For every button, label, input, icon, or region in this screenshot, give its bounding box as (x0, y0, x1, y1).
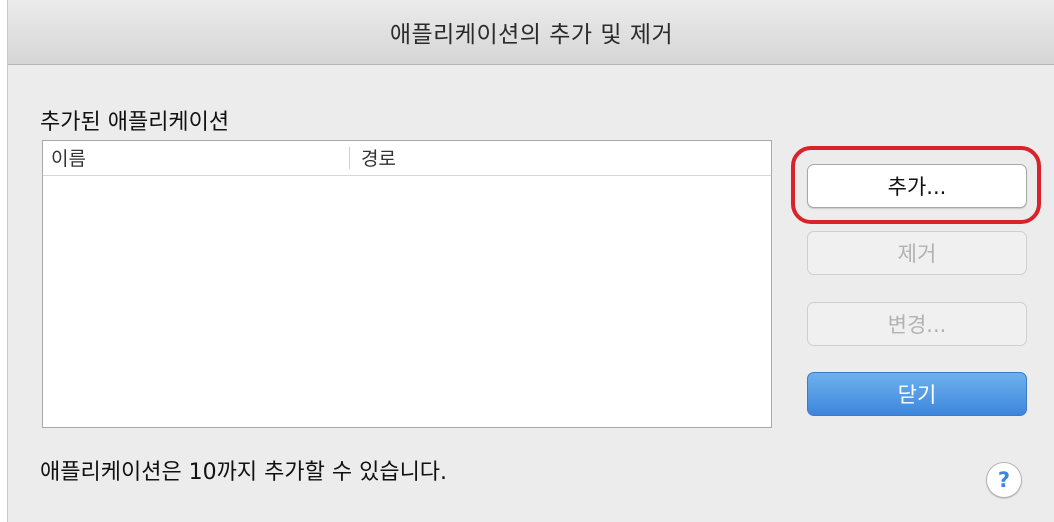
help-button[interactable]: ? (986, 462, 1022, 498)
help-icon: ? (997, 468, 1011, 492)
window-title: 애플리케이션의 추가 및 제거 (389, 22, 674, 48)
list-heading: 추가된 애플리케이션 (40, 110, 230, 135)
remove-button[interactable]: 제거 (807, 231, 1027, 275)
limit-note: 애플리케이션은 10까지 추가할 수 있습니다. (40, 460, 448, 485)
applications-table[interactable]: 이름 경로 (42, 140, 772, 428)
change-button[interactable]: 변경... (807, 302, 1027, 346)
table-header: 이름 경로 (43, 141, 771, 176)
column-header-path[interactable]: 경로 (361, 144, 396, 171)
title-bar[interactable]: 애플리케이션의 추가 및 제거 (8, 0, 1054, 65)
column-divider[interactable] (349, 147, 350, 169)
highlight-annotation (791, 146, 1041, 224)
column-header-name[interactable]: 이름 (51, 144, 86, 171)
close-button[interactable]: 닫기 (807, 372, 1027, 416)
dialog-window: 애플리케이션의 추가 및 제거 추가된 애플리케이션 이름 경로 추가... 제… (7, 0, 1054, 522)
